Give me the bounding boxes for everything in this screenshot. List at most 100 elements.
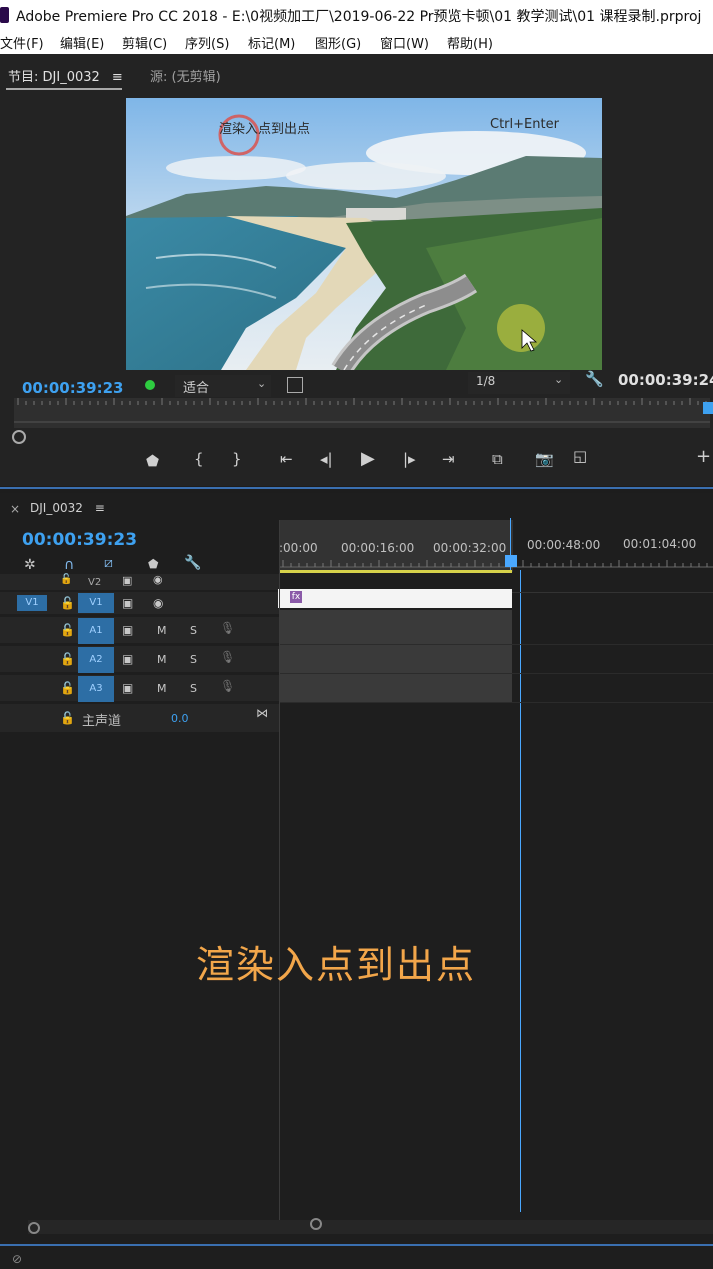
go-to-out-button[interactable]: ⇥ xyxy=(442,450,455,468)
lock-icon[interactable]: 🔓 xyxy=(60,652,75,666)
eye-icon[interactable]: ◉ xyxy=(153,596,163,610)
playhead-line xyxy=(520,570,521,1212)
solo-button[interactable]: S xyxy=(190,653,197,666)
eye-icon[interactable]: ◉ xyxy=(153,573,163,586)
sync-lock-icon[interactable]: ▣ xyxy=(122,623,133,637)
sync-lock-icon[interactable]: ▣ xyxy=(122,574,132,587)
go-to-in-button[interactable]: ⇤ xyxy=(280,450,293,468)
mic-icon[interactable]: 🎙 xyxy=(220,650,235,664)
panel-menu-icon[interactable]: ≡ xyxy=(95,501,105,515)
source-monitor-tab[interactable]: 源: (无剪辑) xyxy=(150,66,221,85)
menu-marker[interactable]: 标记(M) xyxy=(248,33,295,52)
scroll-handle-right[interactable] xyxy=(310,1218,322,1230)
step-forward-button[interactable]: |▸ xyxy=(403,450,416,468)
zoom-handle-left[interactable] xyxy=(12,430,26,444)
step-back-button[interactable]: ◂| xyxy=(320,450,333,468)
chevron-down-icon: ⌄ xyxy=(257,377,267,390)
scroll-handle-left[interactable] xyxy=(28,1222,40,1234)
program-monitor-ruler[interactable] xyxy=(14,398,710,428)
compare-view-button[interactable]: ◱ xyxy=(573,447,587,465)
add-marker-button[interactable]: ⬟ xyxy=(146,452,159,470)
time-ruler[interactable]: :00:00 00:00:16:00 00:00:32:00 00:00:48:… xyxy=(279,520,713,572)
source-patch-v1[interactable]: V1 xyxy=(17,595,47,611)
sync-lock-icon[interactable]: ▣ xyxy=(122,596,133,610)
video-clip[interactable]: fx xyxy=(278,589,512,608)
menu-bar: 文件(F) 编辑(E) 剪辑(C) 序列(S) 标记(M) 图形(G) 窗口(W… xyxy=(0,30,713,54)
play-button[interactable]: ▶ xyxy=(361,448,375,469)
menu-sequence[interactable]: 序列(S) xyxy=(185,33,229,52)
horizontal-scrollbar[interactable] xyxy=(28,1220,713,1234)
zoom-fit-value: 适合 xyxy=(183,381,210,396)
mic-icon[interactable]: 🎙 xyxy=(220,621,235,635)
safe-margins-icon[interactable] xyxy=(287,377,303,393)
active-tab-underline xyxy=(6,88,122,90)
mute-button[interactable]: M xyxy=(157,653,167,666)
timeline-tab[interactable]: DJI_0032 ≡ xyxy=(30,501,105,515)
sync-lock-icon[interactable]: ▣ xyxy=(122,652,133,666)
track-target-v1[interactable]: V1 xyxy=(78,593,114,613)
solo-button[interactable]: S xyxy=(190,682,197,695)
program-current-timecode[interactable]: 00:00:39:23 xyxy=(22,379,124,397)
mark-in-button[interactable]: { xyxy=(194,450,204,468)
menu-clip[interactable]: 剪辑(C) xyxy=(122,33,167,52)
ruler-label: 00:00:48:00 xyxy=(527,538,601,552)
playhead-handle-icon[interactable] xyxy=(505,555,517,567)
tutorial-caption: 渲染入点到出点 xyxy=(196,943,477,987)
playback-resolution-dropdown[interactable]: 1/8 ⌄ xyxy=(468,372,570,394)
track-header-a1 xyxy=(0,617,279,643)
nest-sequence-icon[interactable]: ✲ xyxy=(24,557,36,573)
menu-edit[interactable]: 编辑(E) xyxy=(60,33,104,52)
lift-button[interactable]: ⧉ xyxy=(492,450,503,468)
close-tab-icon[interactable]: × xyxy=(10,502,20,516)
lock-icon[interactable]: 🔓 xyxy=(60,596,75,610)
button-editor-plus-icon[interactable]: + xyxy=(696,446,711,467)
program-tab-label: 节目: DJI_0032 xyxy=(8,70,100,85)
add-marker-icon[interactable]: ⬟ xyxy=(148,557,158,571)
program-monitor-tab[interactable]: 节目: DJI_0032 ≡ xyxy=(8,66,123,85)
menu-file[interactable]: 文件(F) xyxy=(0,33,44,52)
playhead-line xyxy=(510,518,511,570)
mute-button[interactable]: M xyxy=(157,682,167,695)
timeline-timecode[interactable]: 00:00:39:23 xyxy=(22,530,137,550)
panel-menu-icon[interactable]: ≡ xyxy=(112,70,123,85)
video-shortcut-text: Ctrl+Enter xyxy=(490,117,559,132)
track-target-a1[interactable]: A1 xyxy=(78,618,114,644)
ruler-label: 00:01:04:00 xyxy=(623,537,697,551)
program-duration-timecode: 00:00:39:24 xyxy=(618,371,713,389)
lock-icon[interactable]: 🔓 xyxy=(60,711,75,725)
menu-window[interactable]: 窗口(W) xyxy=(380,33,429,52)
mark-out-button[interactable]: } xyxy=(232,450,242,468)
snap-magnet-icon[interactable]: ∩ xyxy=(64,557,74,573)
solo-button[interactable]: S xyxy=(190,624,197,637)
lock-icon[interactable]: 🔓 xyxy=(60,681,75,695)
audio-region-shade xyxy=(279,610,512,702)
work-area-bar xyxy=(279,570,512,573)
chevron-down-icon: ⌄ xyxy=(554,373,564,386)
export-frame-camera-icon[interactable]: 📷 xyxy=(535,450,554,468)
track-target-a3[interactable]: A3 xyxy=(78,676,114,702)
menu-graphics[interactable]: 图形(G) xyxy=(315,33,361,52)
wrench-settings-icon[interactable]: 🔧 xyxy=(585,370,604,388)
lock-icon[interactable]: 🔓 xyxy=(60,623,75,637)
track-target-a2[interactable]: A2 xyxy=(78,647,114,673)
linked-selection-icon[interactable]: ⧄ xyxy=(104,555,113,571)
timeline-settings-wrench-icon[interactable]: 🔧 xyxy=(184,555,201,571)
ruler-label: :00:00 xyxy=(279,541,318,555)
menu-help[interactable]: 帮助(H) xyxy=(447,33,493,52)
premiere-app-icon xyxy=(0,7,9,23)
timeline-tab-label: DJI_0032 xyxy=(30,501,83,515)
sync-lock-icon[interactable]: ▣ xyxy=(122,681,133,695)
ruler-ticks xyxy=(279,560,713,568)
link-status-icon: ⊘ xyxy=(12,1252,23,1266)
playhead-marker-icon[interactable] xyxy=(703,402,713,414)
lock-icon[interactable]: 🔓 xyxy=(60,574,72,585)
mute-button[interactable]: M xyxy=(157,624,167,637)
program-video-frame: 渲染入点到出点 Ctrl+Enter xyxy=(126,98,602,370)
track-header-a3 xyxy=(0,675,279,701)
go-to-edit-point-icon[interactable]: ⋈ xyxy=(256,706,268,720)
master-volume-value[interactable]: 0.0 xyxy=(171,712,189,725)
mic-icon[interactable]: 🎙 xyxy=(220,679,235,693)
zoom-fit-dropdown[interactable]: 适合 ⌄ xyxy=(175,375,271,397)
fx-badge-icon: fx xyxy=(290,591,302,603)
ruler-ticks xyxy=(14,398,710,423)
